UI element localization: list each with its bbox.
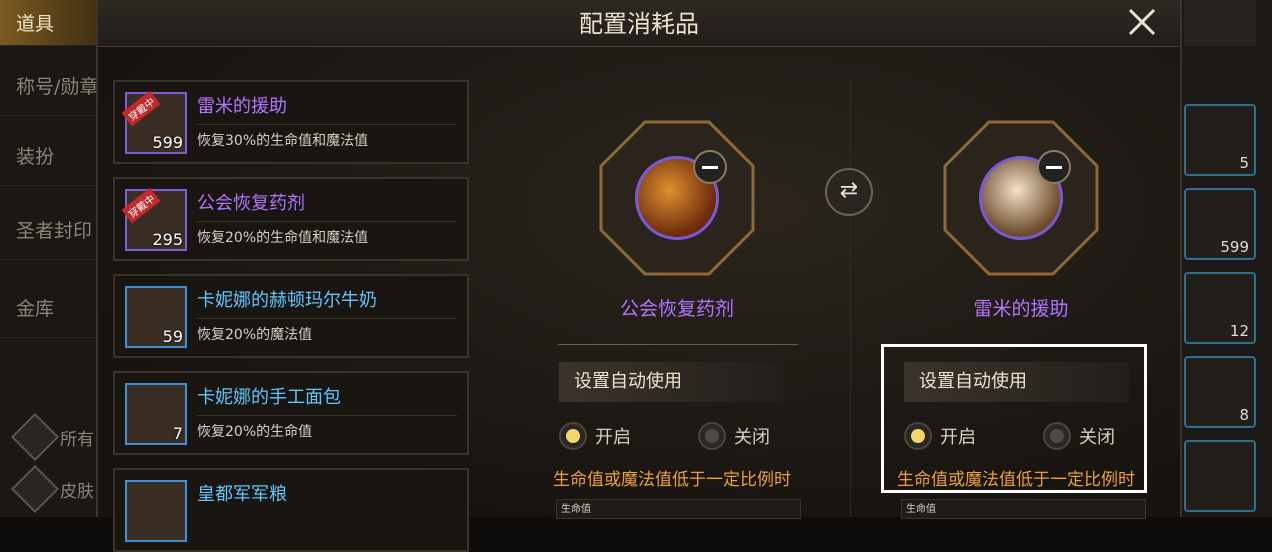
bread-icon: 7 (125, 383, 187, 445)
filter-icon (10, 412, 60, 462)
tab-items[interactable]: 道具 (0, 0, 100, 46)
slot-1-name: 公会恢复药剂 (619, 298, 734, 320)
radio-on-icon (559, 422, 587, 450)
item-qty: 7 (172, 424, 183, 443)
item-name: 公会恢复药剂 (197, 193, 305, 214)
dialog-title: 配置消耗品 (579, 10, 699, 38)
slot-count: 5 (1239, 154, 1249, 172)
auto-use-title: 设置自动使用 (559, 362, 784, 402)
item-name: 皇都军军粮 (197, 484, 287, 505)
dialog-titlebar: 配置消耗品 (98, 0, 1180, 47)
list-item[interactable]: 59 卡妮娜的赫顿玛尔牛奶 恢复20%的魔法值 (113, 274, 469, 358)
list-item[interactable]: 穿戴中 295 公会恢复药剂 恢复20%的生命值和魔法值 (113, 177, 469, 261)
hp-label: 生命值 (906, 504, 936, 515)
equipped-badge: 穿戴中 (121, 90, 161, 127)
filter-skin-label: 皮肤 (60, 481, 94, 502)
consumable-slot-1[interactable] (597, 118, 757, 278)
slot-count: 599 (1220, 238, 1249, 256)
quick-slot-5[interactable] (1184, 440, 1256, 512)
potion-icon: 穿戴中 295 (121, 187, 187, 251)
filter-all[interactable]: 所有 (10, 412, 94, 462)
slot-count: 8 (1239, 406, 1249, 424)
hp-label: 生命值 (561, 504, 591, 515)
strip-top-icon[interactable] (1184, 0, 1256, 46)
skin-icon (10, 464, 60, 514)
slot-2-name: 雷米的援助 (973, 298, 1069, 320)
quick-slot-3[interactable]: 12 (1184, 272, 1256, 344)
quick-slot-1[interactable]: 5 (1184, 104, 1256, 176)
auto-use-off-radio[interactable]: 关闭 (698, 422, 770, 450)
item-name: 卡妮娜的手工面包 (197, 387, 341, 408)
item-desc: 恢复20%的生命值和魔法值 (197, 230, 369, 246)
slot-count: 12 (1229, 322, 1249, 340)
close-icon[interactable] (1124, 4, 1160, 40)
item-name: 雷米的援助 (197, 96, 287, 117)
item-divider (197, 124, 457, 125)
quick-slot-2[interactable]: 599 (1184, 188, 1256, 260)
tab-titles[interactable]: 称号/勋章 (0, 56, 100, 116)
remove-icon[interactable] (1037, 150, 1071, 184)
radio-off-icon (698, 422, 726, 450)
milk-icon: 59 (125, 286, 187, 348)
item-qty: 599 (152, 133, 183, 152)
swap-icon[interactable]: ⇄ (825, 168, 873, 216)
hp-threshold-field[interactable]: 生命值 (901, 499, 1146, 519)
quick-slot-4[interactable]: 8 (1184, 356, 1256, 428)
divider-line (558, 344, 798, 345)
item-name: 卡妮娜的赫顿玛尔牛奶 (197, 290, 377, 311)
filter-skin[interactable]: 皮肤 (10, 464, 94, 514)
remove-icon[interactable] (693, 150, 727, 184)
auto-use-on-radio[interactable]: 开启 (559, 422, 631, 450)
tab-outfit[interactable]: 装扮 (0, 126, 100, 186)
list-item[interactable]: 皇都军军粮 (113, 468, 469, 552)
hp-threshold-field[interactable]: 生命值 (556, 499, 801, 519)
highlight-box (881, 344, 1147, 493)
slot-divider (850, 80, 851, 517)
ration-icon (125, 480, 187, 542)
item-divider (197, 415, 457, 416)
list-item[interactable]: 穿戴中 599 雷米的援助 恢复30%的生命值和魔法值 (113, 80, 469, 164)
tab-seal[interactable]: 圣者封印 (0, 200, 100, 260)
item-divider (197, 318, 457, 319)
filter-all-label: 所有 (60, 429, 94, 450)
item-desc: 恢复20%的魔法值 (197, 327, 313, 343)
glove-icon: 穿戴中 599 (121, 90, 187, 154)
auto-use-condition: 生命值或魔法值低于一定比例时 (553, 470, 791, 490)
item-qty: 59 (162, 327, 183, 346)
item-qty: 295 (152, 230, 183, 249)
list-item[interactable]: 7 卡妮娜的手工面包 恢复20%的生命值 (113, 371, 469, 455)
tab-vault[interactable]: 金库 (0, 278, 100, 338)
radio-label: 关闭 (734, 427, 770, 448)
item-desc: 恢复30%的生命值和魔法值 (197, 133, 369, 149)
consumable-slot-2[interactable] (941, 118, 1101, 278)
equipped-badge: 穿戴中 (121, 187, 161, 224)
item-divider (197, 221, 457, 222)
item-desc: 恢复20%的生命值 (197, 424, 313, 440)
radio-label: 开启 (595, 427, 631, 448)
